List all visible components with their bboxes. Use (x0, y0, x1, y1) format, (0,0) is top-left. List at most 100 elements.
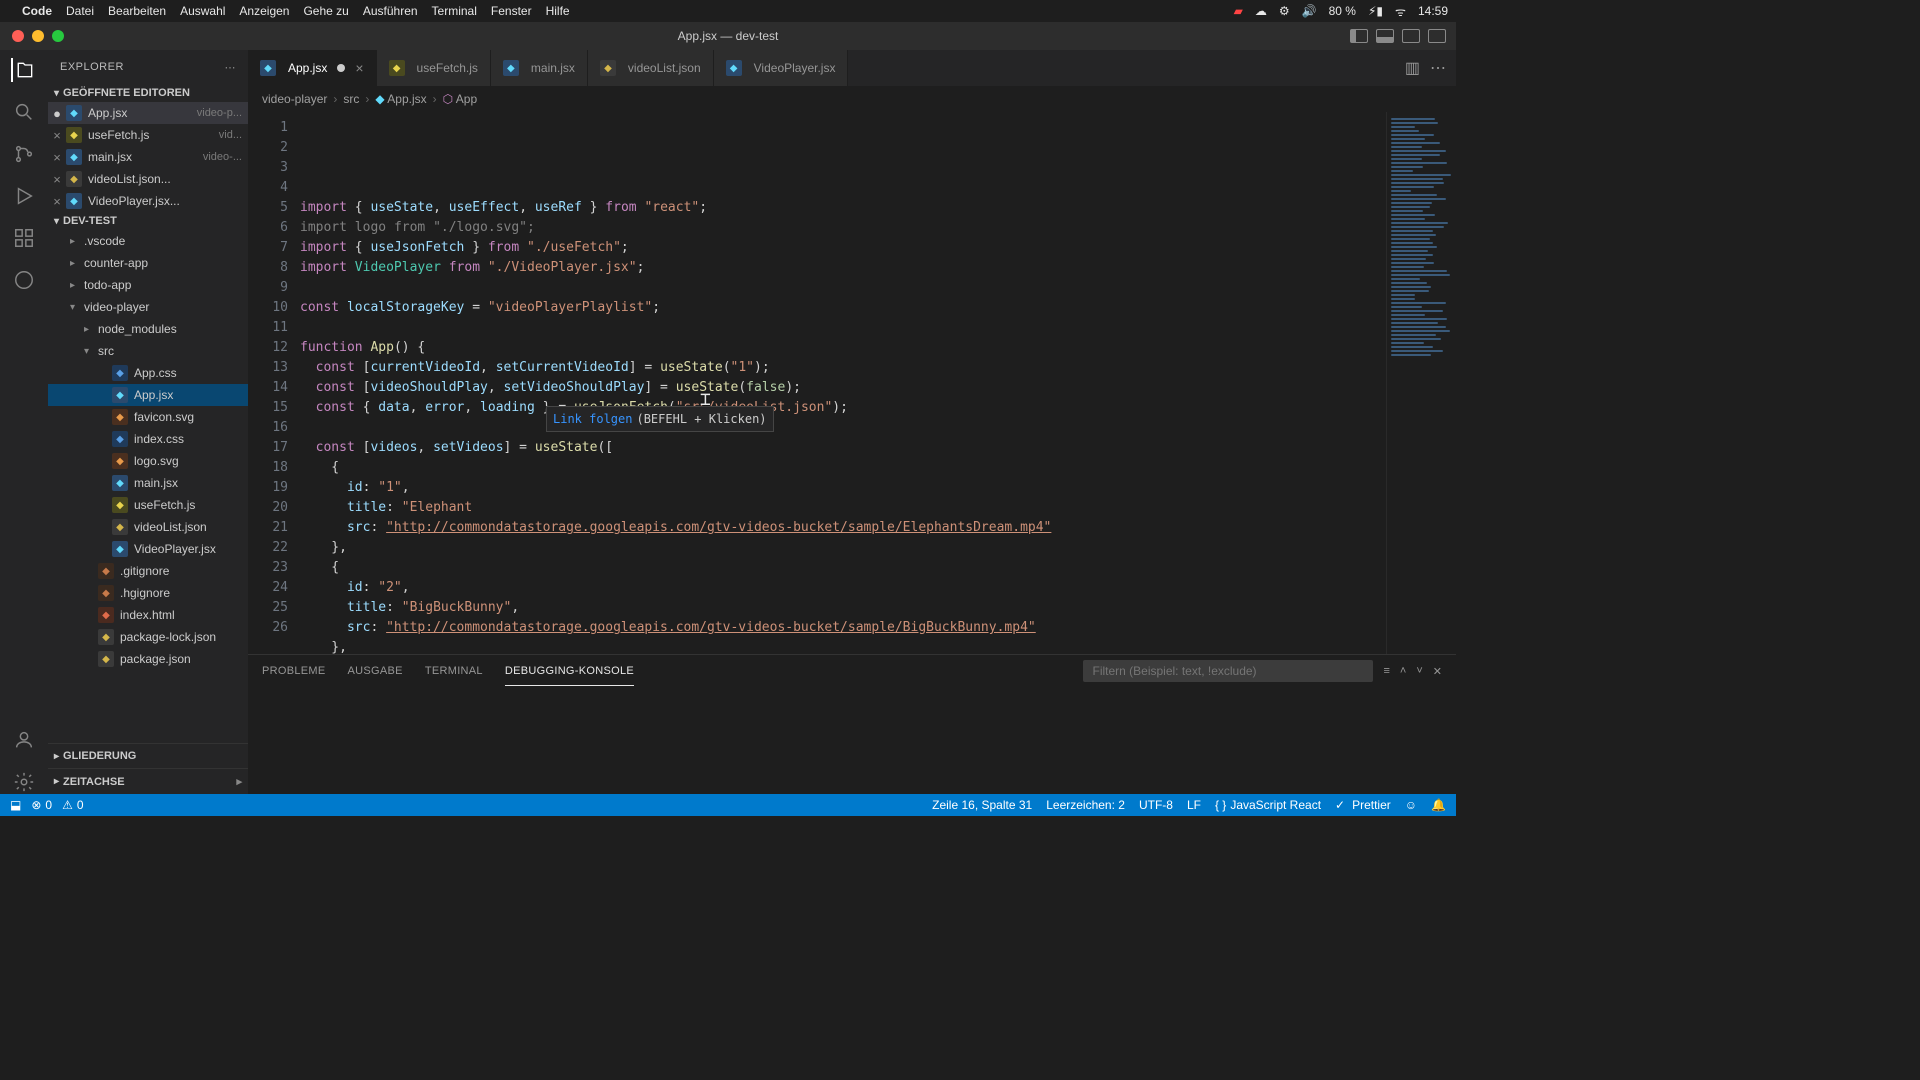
tool-icon[interactable]: ⚙︎ (1279, 4, 1290, 18)
folder-item[interactable]: ▸todo-app (48, 274, 248, 296)
remote-indicator[interactable]: ⬓ (10, 798, 21, 812)
file-item[interactable]: ◆.gitignore (48, 560, 248, 582)
extensions-icon[interactable] (12, 226, 36, 250)
source-control-icon[interactable] (12, 142, 36, 166)
menu-gehe zu[interactable]: Gehe zu (303, 4, 348, 18)
breadcrumb-item[interactable]: video-player (262, 92, 327, 106)
file-item[interactable]: ◆logo.svg (48, 450, 248, 472)
eol-status[interactable]: LF (1187, 798, 1201, 812)
notifications-icon[interactable]: 🔔 (1431, 798, 1446, 812)
panel-tab-terminal[interactable]: TERMINAL (425, 657, 483, 685)
panel-tab-ausgabe[interactable]: AUSGABE (348, 657, 403, 685)
account-icon[interactable] (12, 728, 36, 752)
cloud-icon[interactable]: ☁︎ (1255, 4, 1267, 18)
file-item[interactable]: ◆package-lock.json (48, 626, 248, 648)
layout-customize-icon[interactable] (1428, 29, 1446, 43)
close-tab-icon[interactable]: × (355, 60, 363, 76)
project-section[interactable]: ▾DEV-TEST (48, 212, 248, 230)
folder-item[interactable]: ▾src (48, 340, 248, 362)
more-actions-icon[interactable]: ⋯ (1430, 58, 1446, 78)
modified-dot-icon[interactable]: ● (48, 106, 66, 121)
remote-icon[interactable] (12, 268, 36, 292)
minimap[interactable] (1386, 112, 1456, 654)
panel-tab-debugging-konsole[interactable]: DEBUGGING-KONSOLE (505, 657, 634, 686)
toggle-secondary-icon[interactable] (1402, 29, 1420, 43)
volume-icon[interactable]: 🔊 (1302, 4, 1317, 18)
menu-datei[interactable]: Datei (66, 4, 94, 18)
file-item[interactable]: ◆index.css (48, 428, 248, 450)
breadcrumb-item[interactable]: ◆ App.jsx (375, 92, 426, 106)
run-debug-icon[interactable] (12, 184, 36, 208)
settings-gear-icon[interactable] (12, 770, 36, 794)
folder-item[interactable]: ▸node_modules (48, 318, 248, 340)
sidebar-more-icon[interactable]: ⋯ (225, 61, 237, 74)
close-icon[interactable]: × (48, 150, 66, 165)
menu-ausführen[interactable]: Ausführen (363, 4, 418, 18)
explorer-icon[interactable] (11, 58, 35, 82)
feedback-icon[interactable]: ☺ (1405, 798, 1417, 812)
file-item[interactable]: ◆useFetch.js (48, 494, 248, 516)
menu-anzeigen[interactable]: Anzeigen (239, 4, 289, 18)
editor-tab[interactable]: ◆videoList.json (588, 50, 714, 86)
open-editor-item[interactable]: ×◆VideoPlayer.jsx... (48, 190, 248, 212)
open-editor-item[interactable]: ●◆App.jsxvideo-p... (48, 102, 248, 124)
file-item[interactable]: ◆App.css (48, 362, 248, 384)
editor-tab[interactable]: ◆VideoPlayer.jsx (714, 50, 849, 86)
maximize-window-button[interactable] (52, 30, 64, 42)
toggle-sidebar-icon[interactable] (1350, 29, 1368, 43)
panel-settings-icon[interactable]: ≡ (1383, 665, 1389, 677)
indent-status[interactable]: Leerzeichen: 2 (1046, 798, 1125, 812)
open-editors-section[interactable]: ▾GEÖFFNETE EDITOREN (48, 84, 248, 102)
close-icon[interactable]: × (48, 172, 66, 187)
menu-fenster[interactable]: Fenster (491, 4, 532, 18)
debug-filter-input[interactable] (1083, 660, 1373, 682)
encoding-status[interactable]: UTF-8 (1139, 798, 1173, 812)
folder-item[interactable]: ▸counter-app (48, 252, 248, 274)
file-item[interactable]: ◆package.json (48, 648, 248, 670)
open-editor-item[interactable]: ×◆main.jsxvideo-... (48, 146, 248, 168)
close-window-button[interactable] (12, 30, 24, 42)
breadcrumb[interactable]: video-player›src›◆ App.jsx›⬡ App (248, 86, 1456, 112)
file-item[interactable]: ◆videoList.json (48, 516, 248, 538)
file-item[interactable]: ◆VideoPlayer.jsx (48, 538, 248, 560)
split-editor-icon[interactable]: ▥ (1405, 58, 1420, 78)
outline-section[interactable]: ▸GLIEDERUNG (48, 743, 248, 768)
file-item[interactable]: ◆App.jsx (48, 384, 248, 406)
breadcrumb-item[interactable]: ⬡ App (443, 92, 478, 106)
timeline-section[interactable]: ▸ZEITACHSE▸ (48, 768, 248, 794)
panel-collapse-icon[interactable]: ˄ (1400, 665, 1406, 677)
menu-hilfe[interactable]: Hilfe (546, 4, 570, 18)
toggle-panel-icon[interactable] (1376, 29, 1394, 43)
warnings-count[interactable]: ⚠ 0 (62, 798, 83, 812)
close-icon[interactable]: × (48, 128, 66, 143)
file-item[interactable]: ◆index.html (48, 604, 248, 626)
folder-item[interactable]: ▾video-player (48, 296, 248, 318)
errors-count[interactable]: ⊗ 0 (31, 798, 52, 812)
editor-tab[interactable]: ◆App.jsx× (248, 50, 377, 86)
prettier-status[interactable]: Prettier (1335, 798, 1391, 812)
minimize-window-button[interactable] (32, 30, 44, 42)
code-editor[interactable]: Link folgen (BEFEHL + Klicken) ⌶ import … (300, 112, 1386, 654)
search-icon[interactable] (12, 100, 36, 124)
wifi-icon[interactable]: ᯤ (1395, 3, 1406, 20)
debug-console-body[interactable] (248, 687, 1456, 794)
breadcrumb-item[interactable]: src (343, 92, 359, 106)
folder-item[interactable]: ▸.vscode (48, 230, 248, 252)
menu-auswahl[interactable]: Auswahl (180, 4, 225, 18)
panel-close-icon[interactable]: ✕ (1433, 665, 1442, 678)
cursor-position[interactable]: Zeile 16, Spalte 31 (932, 798, 1032, 812)
open-editor-item[interactable]: ×◆useFetch.jsvid... (48, 124, 248, 146)
file-item[interactable]: ◆main.jsx (48, 472, 248, 494)
menu-terminal[interactable]: Terminal (432, 4, 477, 18)
language-mode[interactable]: { } JavaScript React (1215, 798, 1321, 812)
editor-tab[interactable]: ◆main.jsx (491, 50, 588, 86)
file-item[interactable]: ◆favicon.svg (48, 406, 248, 428)
file-item[interactable]: ◆.hgignore (48, 582, 248, 604)
panel-expand-icon[interactable]: ˅ (1416, 665, 1422, 677)
close-icon[interactable]: × (48, 194, 66, 209)
app-name[interactable]: Code (22, 4, 52, 18)
menu-bearbeiten[interactable]: Bearbeiten (108, 4, 166, 18)
open-editor-item[interactable]: ×◆videoList.json... (48, 168, 248, 190)
panel-tab-probleme[interactable]: PROBLEME (262, 657, 326, 685)
editor-tab[interactable]: ◆useFetch.js (377, 50, 491, 86)
